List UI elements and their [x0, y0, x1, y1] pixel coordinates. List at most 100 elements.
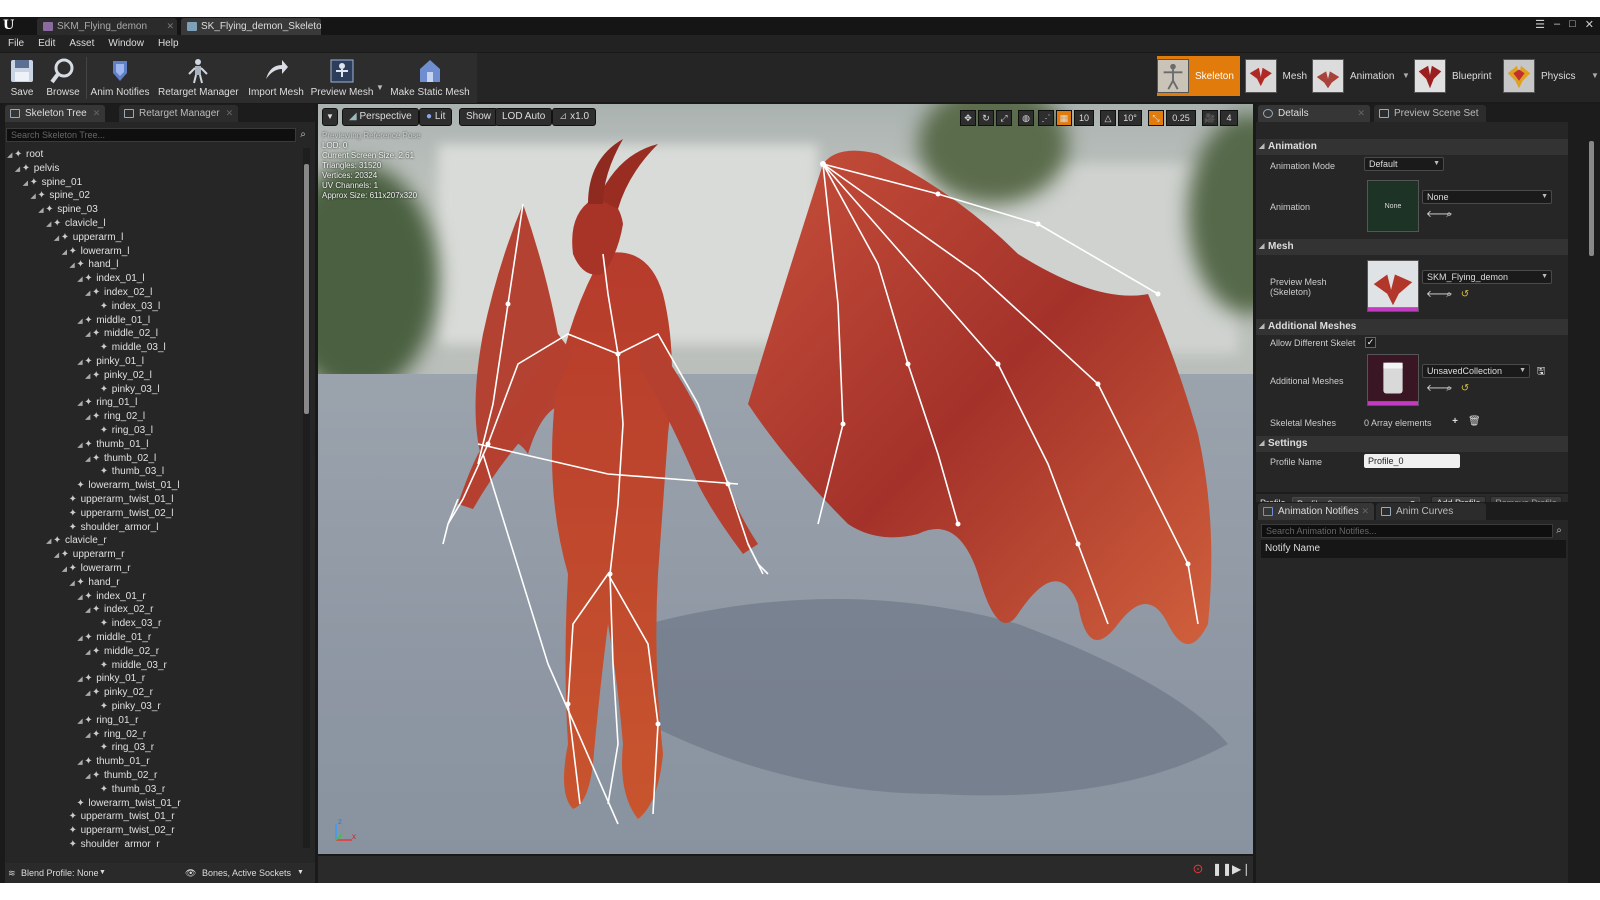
tree-row-bone[interactable]: ✦ lowerarm_twist_01_l	[69, 479, 179, 493]
tree-row-bone[interactable]: ◢ ✦ hand_r	[69, 576, 119, 590]
tree-row-bone[interactable]: ✦ ring_03_l	[93, 424, 153, 438]
viewport-options-dropdown[interactable]: ▼	[322, 108, 338, 126]
skeleton-search-input[interactable]: Search Skeleton Tree...	[6, 128, 296, 142]
expand-arrow-icon[interactable]: ◢	[85, 453, 92, 467]
tree-row-bone[interactable]: ✦ upperarm_twist_01_l	[62, 493, 174, 507]
tree-row-bone[interactable]: ✦ middle_03_r	[93, 659, 167, 673]
tree-row-bone[interactable]: ✦ ring_03_r	[93, 741, 154, 755]
animation-asset-combo[interactable]: None ▼	[1422, 190, 1552, 204]
expand-arrow-icon[interactable]: ◢	[15, 163, 22, 177]
use-selected-arrow-icon[interactable]: 🡐	[1426, 290, 1453, 300]
tree-row-bone[interactable]: ◢ ✦ root	[7, 148, 43, 162]
use-selected-arrow-icon[interactable]: 🡐	[1426, 210, 1453, 220]
additional-meshes-combo[interactable]: UnsavedCollection ▼	[1422, 364, 1530, 378]
close-window-button[interactable]: ✕	[1585, 18, 1594, 31]
tree-row-bone[interactable]: ✦ index_03_l	[93, 300, 160, 314]
tree-row-bone[interactable]: ◢ ✦ ring_01_r	[77, 714, 138, 728]
maximize-button[interactable]: □	[1569, 18, 1576, 31]
lod-auto-button[interactable]: LOD Auto	[495, 108, 553, 126]
category-additional-meshes[interactable]: ◢ Additional Meshes	[1256, 319, 1568, 335]
surface-snap-icon[interactable]: ⋰	[1038, 110, 1054, 126]
tree-row-bone[interactable]: ◢ ✦ ring_02_r	[85, 728, 146, 742]
doc-tab-sk-flying-demon-skeleton[interactable]: SK_Flying_demon_Skeleto	[181, 18, 321, 35]
tree-row-bone[interactable]: ◢ ✦ spine_02	[30, 189, 90, 203]
tree-row-bone[interactable]: ◢ ✦ lowerarm_r	[62, 562, 131, 576]
close-icon[interactable]: ✕	[1361, 503, 1369, 520]
delete-trash-icon[interactable]: 🗑	[1468, 417, 1481, 427]
expand-arrow-icon[interactable]: ◢	[77, 397, 84, 411]
allow-different-skeletons-checkbox[interactable]: ✓	[1365, 337, 1376, 348]
tree-row-bone[interactable]: ◢ ✦ thumb_02_l	[85, 452, 156, 466]
tree-row-bone[interactable]: ◢ ✦ middle_01_l	[77, 314, 150, 328]
playback-speed-button[interactable]: ⊿ x1.0	[552, 108, 597, 126]
tree-row-bone[interactable]: ◢ ✦ upperarm_r	[54, 548, 125, 562]
tree-row-bone[interactable]: ✦ shoulder_armor_l	[62, 521, 159, 535]
world-space-icon[interactable]: ◍	[1018, 110, 1034, 126]
expand-arrow-icon[interactable]: ◢	[77, 673, 84, 687]
notify-search-input[interactable]: Search Animation Notifies...	[1261, 524, 1553, 538]
search-icon[interactable]: ⌕	[297, 129, 309, 141]
expand-arrow-icon[interactable]: ◢	[46, 535, 53, 549]
expand-arrow-icon[interactable]: ◢	[85, 411, 92, 425]
browse-button[interactable]: Browse	[44, 55, 82, 101]
expand-arrow-icon[interactable]: ◢	[85, 729, 92, 743]
expand-arrow-icon[interactable]: ◢	[85, 370, 92, 384]
tree-row-bone[interactable]: ✦ upperarm_twist_02_r	[62, 824, 175, 838]
menu-asset[interactable]: Asset	[69, 35, 108, 52]
tab-retarget-manager[interactable]: Retarget Manager ✕	[119, 105, 239, 122]
physics-mode-dropdown-icon[interactable]: ▼	[1591, 71, 1599, 80]
close-icon[interactable]: ✕	[226, 108, 234, 118]
animation-mode-combo[interactable]: Default ▼	[1364, 157, 1444, 171]
tree-row-bone[interactable]: ✦ upperarm_twist_01_r	[62, 810, 175, 824]
bone-filter-dropdown[interactable]: Bones, Active Sockets	[202, 863, 291, 883]
scale-snap-icon[interactable]: ⤡	[1148, 110, 1164, 126]
expand-arrow-icon[interactable]: ◢	[85, 687, 92, 701]
scale-snap-value[interactable]: 0.25	[1166, 110, 1196, 126]
rotation-snap-value[interactable]: 10°	[1118, 110, 1142, 126]
profile-name-field[interactable]: Profile_0	[1364, 454, 1460, 468]
chevron-down-icon[interactable]: ▼	[297, 863, 304, 883]
expand-arrow-icon[interactable]: ◢	[77, 632, 84, 646]
tree-row-bone[interactable]: ✦ pinky_03_l	[93, 383, 160, 397]
expand-arrow-icon[interactable]: ◢	[85, 770, 92, 784]
close-icon[interactable]: ✕	[166, 18, 174, 35]
mode-mesh[interactable]: Mesh	[1245, 56, 1307, 96]
tree-row-bone[interactable]: ◢ ✦ upperarm_l	[54, 231, 124, 245]
preview-mesh-thumbnail[interactable]	[1367, 260, 1419, 312]
tree-row-bone[interactable]: ◢ ✦ spine_03	[38, 203, 98, 217]
preview-mesh-button[interactable]: Preview Mesh	[310, 55, 374, 101]
tab-details[interactable]: Details ✕	[1258, 105, 1370, 122]
make-static-mesh-button[interactable]: Make Static Mesh	[390, 55, 470, 101]
animation-mode-dropdown-icon[interactable]: ▼	[1402, 71, 1410, 80]
expand-arrow-icon[interactable]: ◢	[69, 577, 76, 591]
tree-row-bone[interactable]: ◢ ✦ thumb_02_r	[85, 769, 157, 783]
camera-speed-icon[interactable]: 🎥	[1202, 110, 1218, 126]
expand-arrow-icon[interactable]: ◢	[69, 259, 76, 273]
user-icon[interactable]: ☰	[1535, 18, 1545, 31]
tab-anim-curves[interactable]: Anim Curves	[1376, 503, 1486, 520]
expand-arrow-icon[interactable]: ◢	[85, 646, 92, 660]
tree-row-bone[interactable]: ◢ ✦ index_01_r	[77, 590, 145, 604]
grid-snap-value[interactable]: 10	[1074, 110, 1094, 126]
tree-row-bone[interactable]: ✦ index_03_r	[93, 617, 161, 631]
tree-row-bone[interactable]: ◢ ✦ pinky_02_r	[85, 686, 153, 700]
minimize-button[interactable]: –	[1554, 18, 1560, 31]
menu-edit[interactable]: Edit	[38, 35, 69, 52]
animation-thumbnail[interactable]: None	[1367, 180, 1419, 232]
expand-arrow-icon[interactable]: ◢	[85, 328, 92, 342]
browse-magnifier-icon[interactable]: ⌕	[1444, 210, 1454, 220]
use-selected-arrow-icon[interactable]: 🡐	[1426, 384, 1453, 394]
category-mesh[interactable]: ◢ Mesh	[1256, 239, 1568, 255]
tree-row-bone[interactable]: ◢ ✦ pelvis	[15, 162, 60, 176]
category-settings[interactable]: ◢ Settings	[1256, 436, 1568, 452]
menu-file[interactable]: File	[8, 35, 38, 52]
preview-mesh-dropdown-icon[interactable]: ▼	[376, 83, 384, 92]
tree-row-bone[interactable]: ✦ shoulder_armor_r	[62, 838, 160, 848]
record-icon[interactable]: ⊙	[1190, 861, 1206, 877]
show-button[interactable]: Show	[459, 108, 499, 126]
tree-row-bone[interactable]: ◢ ✦ pinky_01_l	[77, 355, 144, 369]
tab-preview-scene-settings[interactable]: Preview Scene Set	[1374, 105, 1486, 122]
expand-arrow-icon[interactable]: ◢	[30, 190, 37, 204]
grid-snap-icon[interactable]: ▦	[1056, 110, 1072, 126]
pause-icon[interactable]: ❚❚	[1212, 861, 1232, 877]
